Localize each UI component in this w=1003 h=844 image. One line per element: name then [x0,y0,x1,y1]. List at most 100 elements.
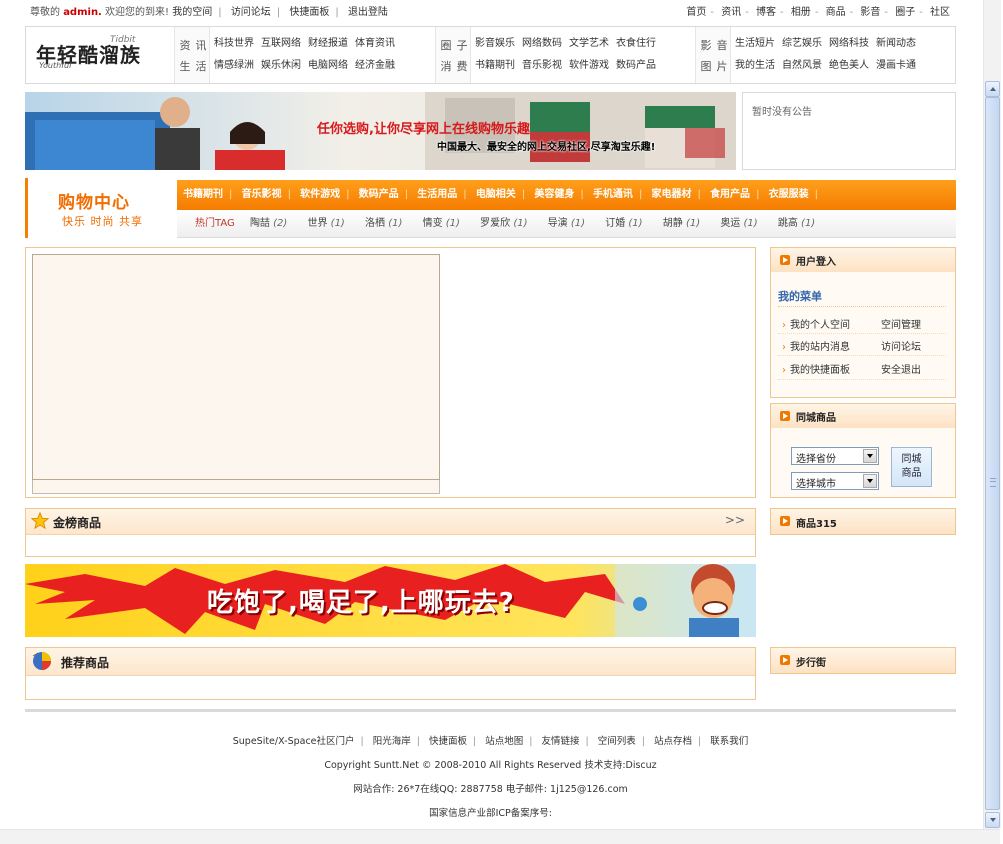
menu-space-manage[interactable]: 空间管理 [881,316,921,331]
nav-home[interactable]: 首页 [686,7,706,18]
nav-link[interactable]: 电脑网络 [308,60,348,71]
footer-link[interactable]: 友情链接 [542,736,580,747]
province-select[interactable]: 选择省份 [791,447,879,465]
top-goods-more[interactable]: >> [725,513,745,527]
hot-tag[interactable]: 导演 (1) [548,218,585,229]
slideshow-image[interactable] [32,254,440,480]
site-nav-links: 首页 - 资讯 - 博客 - 相册 - 商品 - 影音 - 圈子 - 社区 [686,7,950,18]
scroll-up-arrow-icon[interactable] [985,81,1000,97]
city-goods-button[interactable]: 同城商品 [891,447,932,487]
hot-tag[interactable]: 陶喆 (2) [250,218,287,229]
nav-link[interactable]: 情感绿洲 [214,60,254,71]
hot-tag[interactable]: 洛栖 (1) [365,218,402,229]
menu-logout[interactable]: 安全退出 [881,361,921,376]
nav-link[interactable]: 软件游戏 [569,60,609,71]
my-space-link[interactable]: 我的空间 [172,7,212,18]
logout-link[interactable]: 退出登陆 [348,7,388,18]
hot-tag[interactable]: 胡静 (1) [663,218,700,229]
category-link[interactable]: 家电器材 [652,189,692,200]
nav-link[interactable]: 娱乐休闲 [261,60,301,71]
category-bar: 书籍期刊 | 音乐影视 | 软件游戏 | 数码产品 | 生活用品 | 电脑相关 | 美容健身… [177,180,956,210]
login-header: 用户登入 [771,248,955,272]
nav-circle[interactable]: 圈子 [895,7,915,18]
category-link[interactable]: 音乐影视 [242,189,282,200]
category-link[interactable]: 软件游戏 [300,189,340,200]
horizontal-scrollbar-track [0,829,1000,844]
hot-tag[interactable]: 罗爱欣 (1) [480,218,527,229]
nav-link[interactable]: 绝色美人 [829,60,869,71]
hot-tag-label: 热门TAG [195,218,235,229]
category-link[interactable]: 电脑相关 [476,189,516,200]
hot-tag[interactable]: 情变 (1) [423,218,460,229]
arrow-icon [780,655,790,665]
quick-panel-link[interactable]: 快捷面板 [289,7,329,18]
nav-link[interactable]: 财经报道 [308,38,348,49]
category-link[interactable]: 食用产品 [710,189,750,200]
goods-315-title[interactable]: 商品315 [796,515,837,530]
menu-messages[interactable]: › 我的站内消息 [782,338,850,353]
category-link[interactable]: 数码产品 [359,189,399,200]
nav-link[interactable]: 衣食住行 [616,38,656,49]
menu-forum[interactable]: 访问论坛 [881,338,921,353]
shop-brand: 购物中心 快乐 时尚 共享 [25,178,177,238]
street-box: 步行街 [770,647,956,674]
nav-link[interactable]: 影音娱乐 [475,38,515,49]
hot-tag[interactable]: 跳高 (1) [778,218,815,229]
menu-my-space[interactable]: › 我的个人空间 [782,316,850,331]
menu-quick-panel[interactable]: › 我的快捷面板 [782,361,850,376]
username[interactable]: admin. [63,7,102,18]
city-select[interactable]: 选择城市 [791,472,879,490]
category-link[interactable]: 手机通讯 [593,189,633,200]
category-link[interactable]: 衣服服装 [769,189,809,200]
category-link[interactable]: 美容健身 [534,189,574,200]
nav-link[interactable]: 生活短片 [735,38,775,49]
nav-link[interactable]: 体育资讯 [355,38,395,49]
nav-link[interactable]: 科技世界 [214,38,254,49]
nav-link[interactable]: 网络数码 [522,38,562,49]
street-title[interactable]: 步行街 [796,654,826,669]
footer-link[interactable]: 阳光海岸 [373,736,411,747]
nav-link[interactable]: 自然风景 [782,60,822,71]
nav-link[interactable]: 漫画卡通 [876,60,916,71]
footer-link[interactable]: 空间列表 [598,736,636,747]
nav-news[interactable]: 资讯 [721,7,741,18]
cat-char: 子 [456,39,468,52]
chevron-down-icon[interactable] [863,474,877,488]
nav-link[interactable]: 数码产品 [616,60,656,71]
scrollbar-thumb[interactable] [985,97,1000,810]
category-link[interactable]: 书籍期刊 [183,189,223,200]
nav-link[interactable]: 音乐影视 [522,60,562,71]
footer-link[interactable]: 站点存档 [654,736,692,747]
site-logo[interactable]: 年轻酷溜族 Youthful Tidbit [26,27,175,83]
forum-link[interactable]: 访问论坛 [231,7,271,18]
ad-banner[interactable]: 吃饱了,喝足了,上哪玩去? [25,564,756,637]
nav-community[interactable]: 社区 [930,7,950,18]
nav-link[interactable]: 互联网络 [261,38,301,49]
nav-link[interactable]: 经济金融 [355,60,395,71]
nav-link[interactable]: 综艺娱乐 [782,38,822,49]
balloon-icon [32,652,51,670]
scroll-down-arrow-icon[interactable] [985,812,1000,828]
footer-link[interactable]: 联系我们 [710,736,748,747]
hot-tag[interactable]: 奥运 (1) [720,218,757,229]
vertical-scrollbar[interactable] [983,0,1001,829]
footer-link[interactable]: 站点地图 [485,736,523,747]
footer-link[interactable]: 快捷面板 [429,736,467,747]
nav-category-circle: 圈 子 消 费 [435,27,471,83]
category-link[interactable]: 生活用品 [417,189,457,200]
nav-goods[interactable]: 商品 [826,7,846,18]
chevron-down-icon[interactable] [863,449,877,463]
welcome-prefix: 尊敬的 [30,7,60,18]
nav-media[interactable]: 影音 [860,7,880,18]
shopping-banner[interactable]: 任你选购,让你尽享网上在线购物乐趣 中国最大、最安全的网上交易社区,尽享淘宝乐趣… [25,92,736,170]
nav-link[interactable]: 我的生活 [735,60,775,71]
nav-link[interactable]: 新闻动态 [876,38,916,49]
hot-tag[interactable]: 世界 (1) [307,218,344,229]
nav-blog[interactable]: 博客 [756,7,776,18]
nav-link[interactable]: 文学艺术 [569,38,609,49]
nav-link[interactable]: 网络科技 [829,38,869,49]
nav-album[interactable]: 相册 [791,7,811,18]
nav-link[interactable]: 书籍期刊 [475,60,515,71]
footer-link[interactable]: SupeSite/X-Space社区门户 [233,736,355,747]
hot-tag[interactable]: 订婚 (1) [605,218,642,229]
